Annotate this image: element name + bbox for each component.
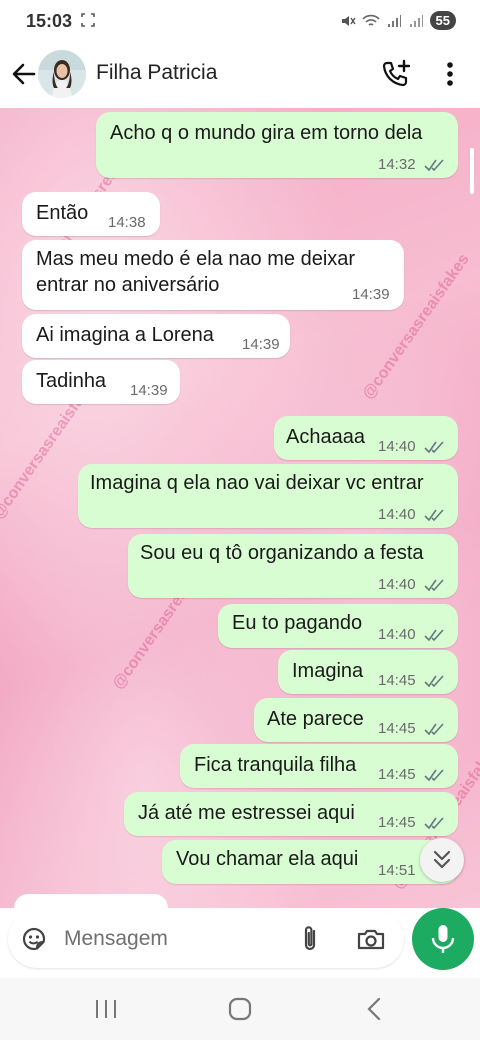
scrollbar[interactable] bbox=[470, 148, 474, 194]
message-incoming[interactable]: Ai imagina a Lorena 14:39 bbox=[22, 314, 290, 358]
read-ticks-icon bbox=[424, 723, 444, 736]
message-time: 14:32 bbox=[378, 156, 416, 173]
signal-icon bbox=[387, 14, 401, 27]
message-text-line2: entrar no aniversário bbox=[36, 274, 220, 296]
battery-badge: 55 bbox=[429, 11, 456, 30]
message-outgoing[interactable]: Vou chamar ela aqui 14:51 bbox=[162, 840, 458, 884]
read-ticks-icon bbox=[424, 817, 444, 830]
message-outgoing[interactable]: Ate parece 14:45 bbox=[254, 698, 458, 742]
message-time: 14:45 bbox=[378, 672, 416, 689]
read-ticks-icon bbox=[424, 509, 444, 522]
paperclip-icon[interactable] bbox=[296, 924, 324, 954]
message-outgoing[interactable]: Imagina q ela nao vai deixar vc entrar 1… bbox=[78, 464, 458, 528]
message-text: Sou eu q tô organizando a festa bbox=[140, 542, 424, 564]
chat-header: Filha Patricia bbox=[0, 44, 480, 108]
message-text: Acho q o mundo gira em torno dela bbox=[110, 122, 423, 144]
message-incoming[interactable]: Mas meu medo é ela nao me deixar entrar … bbox=[22, 240, 404, 310]
message-text: Então bbox=[36, 202, 89, 224]
signal-icon-2 bbox=[409, 14, 423, 27]
message-text: Imagina q ela nao vai deixar vc entrar bbox=[90, 472, 424, 494]
message-time: 14:40 bbox=[378, 626, 416, 643]
read-ticks-icon bbox=[424, 675, 444, 688]
status-icons: 55 bbox=[340, 11, 456, 30]
avatar[interactable] bbox=[38, 50, 86, 98]
message-text: Fica tranquila filha bbox=[194, 754, 357, 776]
mic-button[interactable] bbox=[412, 908, 474, 970]
message-text-line1: Mas meu medo é ela nao me deixar bbox=[36, 248, 356, 270]
message-outgoing[interactable]: Imagina 14:45 bbox=[278, 650, 458, 694]
message-time: 14:38 bbox=[108, 214, 146, 231]
mute-icon bbox=[341, 15, 356, 26]
message-text: Eu to pagando bbox=[232, 612, 363, 634]
message-incoming-partial bbox=[14, 894, 168, 908]
message-outgoing[interactable]: Acho q o mundo gira em torno dela 14:32 bbox=[96, 112, 458, 178]
read-ticks-icon bbox=[424, 441, 444, 454]
arrow-left-icon[interactable] bbox=[10, 60, 38, 88]
message-time: 14:51 bbox=[378, 862, 416, 879]
wifi-icon bbox=[361, 14, 380, 26]
message-incoming[interactable]: Tadinha 14:39 bbox=[22, 360, 180, 404]
message-outgoing[interactable]: Fica tranquila filha 14:45 bbox=[180, 744, 458, 788]
message-incoming[interactable]: Então 14:38 bbox=[22, 192, 160, 236]
microphone-icon bbox=[431, 925, 455, 953]
message-outgoing[interactable]: Sou eu q tô organizando a festa 14:40 bbox=[128, 534, 458, 598]
screen-record-icon bbox=[81, 13, 95, 27]
home-icon[interactable] bbox=[227, 997, 253, 1021]
message-time: 14:39 bbox=[242, 336, 280, 353]
message-time: 14:45 bbox=[378, 766, 416, 783]
message-time: 14:39 bbox=[352, 286, 390, 303]
message-text: Ai imagina a Lorena bbox=[36, 324, 214, 346]
message-outgoing[interactable]: Eu to pagando 14:40 bbox=[218, 604, 458, 648]
message-time: 14:40 bbox=[378, 438, 416, 455]
back-nav-icon[interactable] bbox=[364, 997, 384, 1021]
read-ticks-icon bbox=[424, 159, 444, 172]
message-text: Vou chamar ela aqui bbox=[176, 848, 359, 870]
read-ticks-icon bbox=[424, 629, 444, 642]
message-time: 14:45 bbox=[378, 814, 416, 831]
message-text: Ate parece bbox=[267, 708, 364, 730]
message-input[interactable]: Mensagem bbox=[64, 927, 168, 951]
message-text: Achaaaa bbox=[286, 426, 365, 448]
composer: Mensagem bbox=[0, 908, 480, 978]
more-vert-icon[interactable] bbox=[440, 58, 460, 90]
contact-name[interactable]: Filha Patricia bbox=[96, 61, 217, 85]
read-ticks-icon bbox=[424, 769, 444, 782]
sticker-icon[interactable] bbox=[20, 925, 48, 953]
message-time: 14:40 bbox=[378, 576, 416, 593]
message-time: 14:40 bbox=[378, 506, 416, 523]
status-bar: 15:03 55 bbox=[0, 0, 480, 44]
chat-area[interactable]: @conversasreaisfakes @conversasreaisfake… bbox=[0, 108, 480, 908]
message-outgoing[interactable]: Achaaaa 14:40 bbox=[274, 416, 458, 460]
message-text: Já até me estressei aqui bbox=[138, 802, 355, 824]
add-call-icon[interactable] bbox=[380, 58, 412, 90]
message-input-pill[interactable]: Mensagem bbox=[8, 910, 404, 968]
read-ticks-icon bbox=[424, 579, 444, 592]
double-chevron-down-icon bbox=[433, 850, 451, 869]
message-time: 14:39 bbox=[130, 382, 168, 399]
recent-apps-icon[interactable] bbox=[94, 998, 118, 1020]
message-text: Imagina bbox=[292, 660, 364, 682]
status-time: 15:03 bbox=[26, 11, 73, 31]
message-text: Tadinha bbox=[36, 370, 107, 392]
scroll-down-button[interactable] bbox=[420, 838, 464, 882]
message-time: 14:45 bbox=[378, 720, 416, 737]
system-nav-bar bbox=[0, 978, 480, 1040]
message-outgoing[interactable]: Já até me estressei aqui 14:45 bbox=[124, 792, 458, 836]
camera-icon[interactable] bbox=[356, 925, 386, 953]
